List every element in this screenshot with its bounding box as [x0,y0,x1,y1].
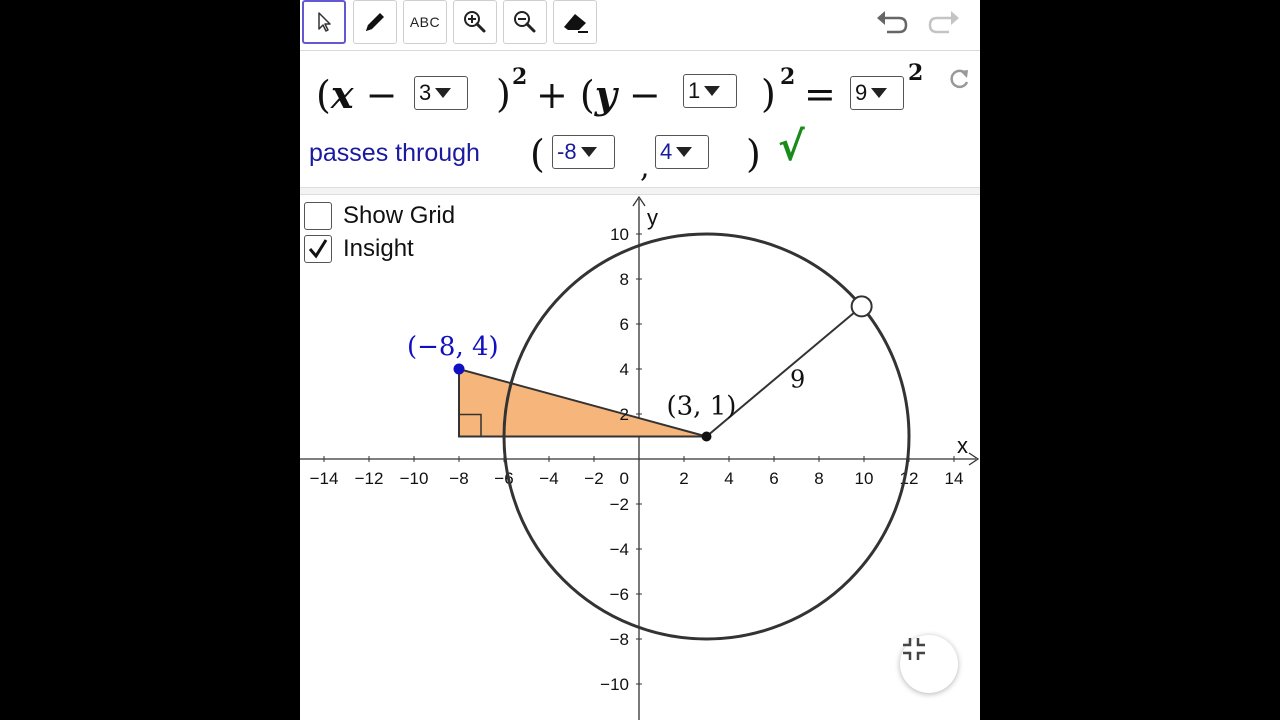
point-open-paren: ( [530,132,545,176]
undo-button[interactable] [874,8,910,40]
r-value-dropdown[interactable]: 9 [850,76,904,110]
center-point [701,431,712,442]
y-axis-label: y [647,205,658,230]
x-tick-label: 4 [724,469,733,488]
r-value: 9 [855,80,868,105]
y-tick-label: −2 [610,495,629,514]
coordinate-plane[interactable]: xy−14 −12 −10 −8 −6 −4 −2 2 4 6 8 10 12 14−10−8−6−4−2… [300,195,980,720]
origin-label: 0 [620,469,629,488]
eq-exponent-2: 2 [780,64,796,90]
eraser-icon [560,9,590,35]
y-tick-label: −10 [600,675,629,694]
x-tick-label: −2 [584,469,603,488]
panel-divider [300,187,980,195]
zoom-in-button[interactable] [453,0,497,44]
redo-icon [927,9,961,40]
zoom-in-icon [462,9,488,35]
radius-label: 9 [790,365,805,393]
show-grid-checkbox[interactable] [304,202,332,230]
chevron-down-icon [676,147,693,157]
y-tick-label: 6 [620,315,629,334]
eq-equals: = [804,72,836,116]
text-tool-label: ABC [409,14,441,30]
insight-checkbox[interactable] [304,235,332,263]
h-value-dropdown[interactable]: 3 [414,76,468,110]
h-value: 3 [419,80,432,105]
eq-close-paren-2: ) [761,72,776,116]
eq-exponent-3: 2 [908,60,924,86]
point-x-value: -8 [557,139,577,164]
point-comma: , [640,150,650,185]
exit-fullscreen-button[interactable] [900,635,958,693]
reset-button[interactable] [946,66,972,97]
x-tick-label: −10 [400,469,429,488]
x-tick-label: 10 [855,469,874,488]
x-tick-label: −8 [449,469,468,488]
through-point [453,363,465,375]
text-tool-button[interactable]: ABC [403,0,447,44]
x-tick-label: −12 [355,469,384,488]
delete-tool-button[interactable] [553,0,597,44]
chevron-down-icon [704,86,721,96]
y-tick-label: 8 [620,270,629,289]
refresh-icon [946,69,972,96]
checkmark-status: √ [778,124,805,170]
redo-button[interactable] [926,8,962,40]
check-icon [308,239,328,259]
pen-tool-button[interactable] [353,0,397,44]
eq-exponent-1: 2 [512,64,528,90]
geogebra-app: ABC (x − 3) 2 + (y − 1) 2 = 9 2 passes… [300,0,980,720]
eq-plus-y: + (y − [536,72,661,117]
through-point-label: (−8, 4) [407,332,499,362]
zoom-out-button[interactable] [503,0,547,44]
toolbar: ABC [300,0,980,51]
point-y-value: 4 [660,139,673,164]
y-tick-label: 2 [620,405,629,424]
x-tick-label: 6 [769,469,778,488]
undo-icon [875,9,909,40]
y-tick-label: 10 [610,225,629,244]
k-value: 1 [688,78,701,103]
chevron-down-icon [435,88,452,98]
chevron-down-icon [871,88,888,98]
x-axis-label: x [957,433,968,458]
x-tick-label: −14 [310,469,339,488]
chevron-down-icon [580,147,597,157]
y-tick-label: 4 [620,360,629,379]
y-tick-label: −8 [610,630,629,649]
x-tick-label: 8 [814,469,823,488]
point-close-paren: ) [746,132,761,176]
zoom-out-icon [512,9,538,35]
y-tick-label: −4 [610,540,629,559]
eq-close-paren-1: ) [496,72,511,116]
move-tool-button[interactable] [302,0,346,44]
center-label: (3, 1) [667,392,737,422]
x-tick-label: −4 [539,469,558,488]
point-y-dropdown[interactable]: 4 [655,135,709,169]
radius-handle-point [850,295,873,318]
insight-label: Insight [343,235,414,262]
point-x-dropdown[interactable]: -8 [552,135,615,169]
graphics-view[interactable]: x y −14 −12 −10 −8 −6 −4 −2 2 4 6 8 10 12 14 −10 −8 −6 −4 −2… [300,195,980,720]
show-grid-label: Show Grid [343,202,456,229]
pencil-icon [361,8,389,36]
y-tick-label: −6 [610,585,629,604]
x-tick-label: 14 [945,469,964,488]
cursor-arrow-icon [314,10,334,34]
passes-through-label: passes through [309,139,480,167]
eq-paren-x: (x − [316,72,398,117]
x-tick-label: 2 [679,469,688,488]
k-value-dropdown[interactable]: 1 [683,74,737,108]
